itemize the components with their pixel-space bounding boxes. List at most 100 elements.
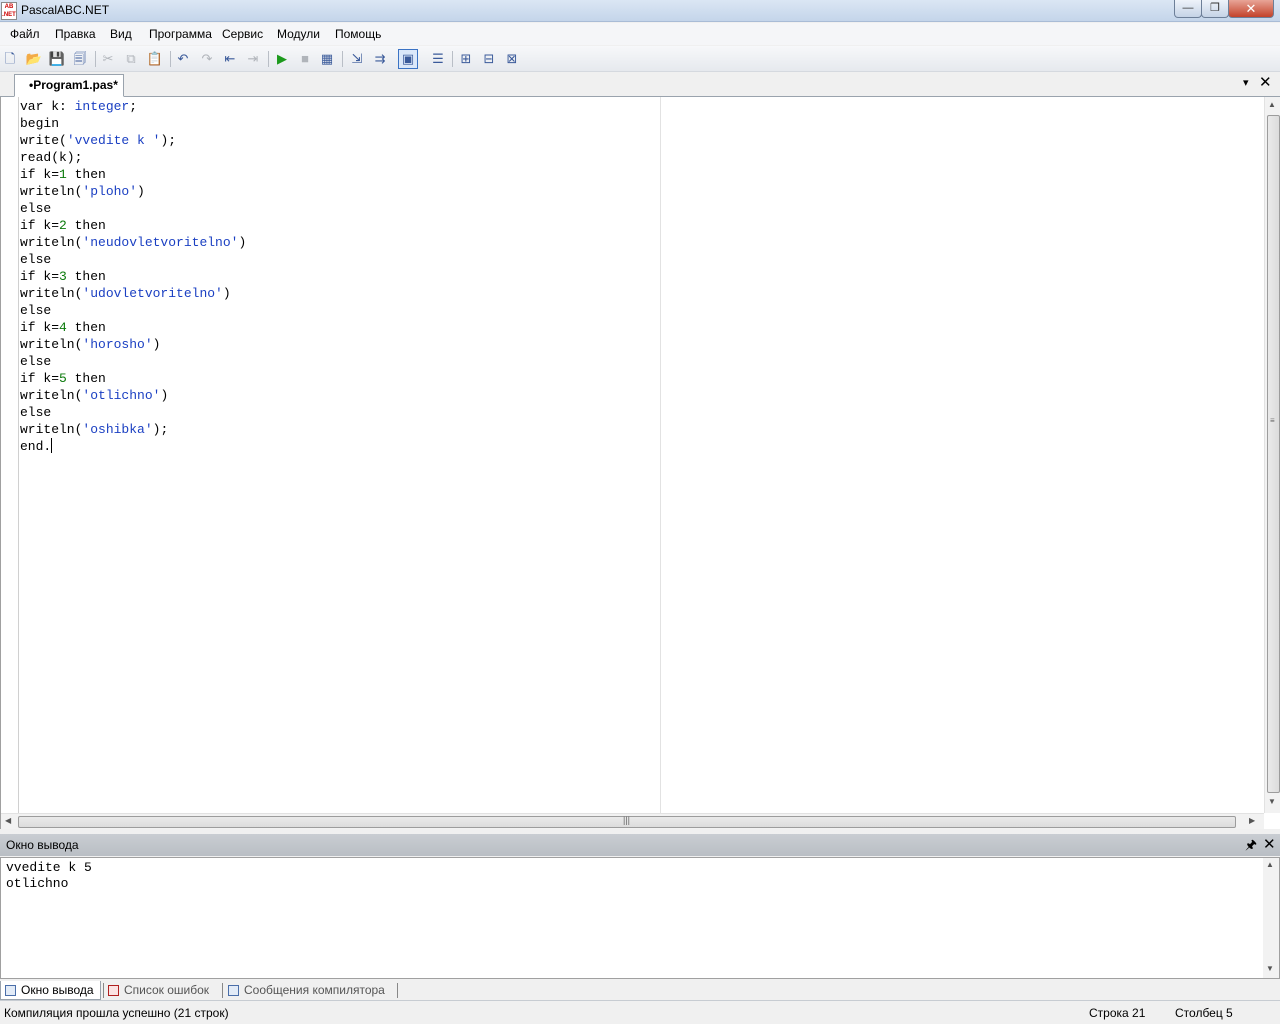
code-line[interactable]: writeln('oshibka'); xyxy=(20,421,246,438)
code-line[interactable]: if k=1 then xyxy=(20,166,246,183)
tab-compiler-messages[interactable]: Сообщения компилятора xyxy=(224,981,396,1000)
debug-icon[interactable]: ▦ xyxy=(317,49,337,69)
form-designer-icon[interactable]: ⊠ xyxy=(502,49,522,69)
code-line[interactable]: else xyxy=(20,302,246,319)
output-text: vvedite k 5 otlichno xyxy=(6,860,92,892)
scroll-left-arrow-icon[interactable]: ◀ xyxy=(5,816,11,825)
menu-service[interactable]: Сервис xyxy=(222,27,263,41)
code-line[interactable]: var k: integer; xyxy=(20,98,246,115)
code-line[interactable]: writeln('ploho') xyxy=(20,183,246,200)
code-token: writeln( xyxy=(20,422,83,437)
vertical-scroll-thumb[interactable]: ≡ xyxy=(1267,115,1280,793)
cut-icon[interactable]: ✂ xyxy=(98,49,118,69)
scroll-down-arrow-icon[interactable]: ▼ xyxy=(1268,797,1276,806)
output-panel-title: Окно вывода xyxy=(6,838,79,852)
menu-help[interactable]: Помощь xyxy=(335,27,381,41)
code-editor[interactable]: var k: integer; begin write('vvedite k ');… xyxy=(0,97,1280,829)
scroll-up-arrow-icon[interactable]: ▲ xyxy=(1266,860,1274,869)
close-panel-icon[interactable]: ✕ xyxy=(1263,835,1276,853)
code-line[interactable]: else xyxy=(20,404,246,421)
code-line[interactable]: begin xyxy=(20,115,246,132)
code-token: begin xyxy=(20,116,60,131)
status-bar: Компиляция прошла успешно (21 строк) Стр… xyxy=(0,1002,1280,1024)
stop-icon[interactable]: ■ xyxy=(295,49,315,69)
output-panel[interactable]: vvedite k 5 otlichno ▲ ▼ xyxy=(0,857,1280,979)
toolbar-separator xyxy=(452,51,453,67)
code-token: writeln( xyxy=(20,337,83,352)
code-token: writeln( xyxy=(20,388,83,403)
format-code-icon[interactable]: ☰ xyxy=(428,49,448,69)
copy-icon[interactable]: ⧉ xyxy=(121,49,141,69)
tab-program1-pas[interactable]: •Program1.pas* xyxy=(14,74,124,97)
paste-icon[interactable]: 📋 xyxy=(145,49,165,69)
bottom-panel-tabs: Окно вывода Список ошибок Сообщения комп… xyxy=(0,980,1280,1001)
undo-icon[interactable]: ↶ xyxy=(173,49,193,69)
code-token: else xyxy=(20,201,52,216)
code-token: 5 xyxy=(59,371,67,386)
code-token: writeln( xyxy=(20,184,83,199)
tab-label: •Program1.pas* xyxy=(29,78,118,92)
editor-vertical-scrollbar[interactable]: ▲ ≡ ▼ xyxy=(1264,97,1280,813)
menu-program[interactable]: Программа xyxy=(149,27,212,41)
window-title: PascalABC.NET xyxy=(21,3,110,17)
code-text[interactable]: var k: integer; begin write('vvedite k ');… xyxy=(20,98,246,455)
grip-icon: ||| xyxy=(623,815,631,825)
redo-icon[interactable]: ↷ xyxy=(197,49,217,69)
output-window-icon[interactable]: ▣ xyxy=(398,49,418,69)
tab-error-list[interactable]: Список ошибок xyxy=(104,981,222,1000)
output-window-icon xyxy=(5,985,16,996)
horizontal-scroll-thumb[interactable]: ||| xyxy=(18,815,1236,828)
code-line[interactable]: if k=3 then xyxy=(20,268,246,285)
open-folder-icon[interactable]: 📂 xyxy=(24,49,44,69)
code-line[interactable]: write('vvedite k '); xyxy=(20,132,246,149)
code-line[interactable]: end. xyxy=(20,438,246,455)
code-token: ); xyxy=(152,422,169,437)
save-all-icon[interactable]: 🗐 xyxy=(70,49,90,69)
code-line[interactable]: writeln('udovletvoritelno') xyxy=(20,285,246,302)
close-tab-icon[interactable]: ✕ xyxy=(1259,73,1272,91)
editor-horizontal-scrollbar[interactable]: ◀ ||| ▶ xyxy=(1,813,1264,829)
code-line[interactable]: if k=5 then xyxy=(20,370,246,387)
pin-icon[interactable]: 🖈 xyxy=(1245,836,1257,858)
step-over-icon[interactable]: ⇉ xyxy=(370,49,390,69)
code-line[interactable]: writeln('otlichno') xyxy=(20,387,246,404)
minimize-button[interactable]: — xyxy=(1174,0,1202,18)
right-margin-line xyxy=(660,97,661,813)
code-token: if k= xyxy=(20,218,60,233)
menu-modules[interactable]: Модули xyxy=(277,27,320,41)
menu-file[interactable]: Файл xyxy=(10,27,40,41)
code-line[interactable]: else xyxy=(20,251,246,268)
code-token: 4 xyxy=(59,320,67,335)
save-icon[interactable]: 💾 xyxy=(47,49,67,69)
maximize-button[interactable]: ❐ xyxy=(1201,0,1229,18)
editor-gutter xyxy=(18,97,19,813)
code-line[interactable]: else xyxy=(20,353,246,370)
code-token: ; xyxy=(129,99,138,114)
scroll-down-arrow-icon[interactable]: ▼ xyxy=(1266,964,1274,973)
templates-icon[interactable]: ⊞ xyxy=(456,49,476,69)
code-line[interactable]: else xyxy=(20,200,246,217)
navigate-back-icon[interactable]: ⇤ xyxy=(220,49,240,69)
code-line[interactable]: writeln('horosho') xyxy=(20,336,246,353)
tab-list-chevron-down-icon[interactable]: ▾ xyxy=(1243,76,1249,89)
code-token: 'oshibka' xyxy=(82,422,153,437)
code-line[interactable]: if k=4 then xyxy=(20,319,246,336)
run-icon[interactable]: ▶ xyxy=(272,49,292,69)
pascalabc-app-icon[interactable]: AB .NET xyxy=(1,2,17,20)
navigate-forward-icon[interactable]: ⇥ xyxy=(243,49,263,69)
step-into-icon[interactable]: ⇲ xyxy=(347,49,367,69)
output-vertical-scrollbar[interactable]: ▲ ▼ xyxy=(1263,858,1279,978)
toolbar: 🗋 📂 💾 🗐 ✂ ⧉ 📋 ↶ ↷ ⇤ ⇥ ▶ ■ ▦ ⇲ ⇉ ▣ ☰ ⊞ ⊟ … xyxy=(0,46,1280,72)
new-file-icon[interactable]: 🗋 xyxy=(0,49,20,69)
code-line[interactable]: writeln('neudovletvoritelno') xyxy=(20,234,246,251)
scroll-right-arrow-icon[interactable]: ▶ xyxy=(1249,816,1255,825)
tab-output-window[interactable]: Окно вывода xyxy=(0,981,101,1000)
menu-view[interactable]: Вид xyxy=(110,27,132,41)
scroll-up-arrow-icon[interactable]: ▲ xyxy=(1268,100,1276,109)
close-window-button[interactable]: ✕ xyxy=(1228,0,1274,18)
code-line[interactable]: if k=2 then xyxy=(20,217,246,234)
code-line[interactable]: read(k); xyxy=(20,149,246,166)
menu-edit[interactable]: Правка xyxy=(55,27,96,41)
code-token: 'ploho' xyxy=(82,184,138,199)
tools-icon[interactable]: ⊟ xyxy=(479,49,499,69)
